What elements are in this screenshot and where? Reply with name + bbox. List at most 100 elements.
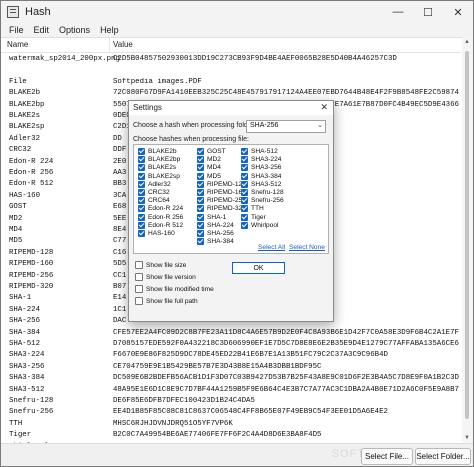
menu-options[interactable]: Options <box>59 25 90 35</box>
hash-checkbox[interactable]: SHA3-256 <box>241 164 281 172</box>
checkbox-checked-icon[interactable] <box>241 221 248 229</box>
scroll-up-icon[interactable]: ▲ <box>464 39 470 45</box>
ok-button[interactable]: OK <box>232 262 285 274</box>
menu-help[interactable]: Help <box>100 25 119 35</box>
hash-checkbox[interactable]: Snefru-128 <box>241 189 284 196</box>
hash-checkbox[interactable]: HAS-160 <box>138 230 175 237</box>
checkbox-checked-icon[interactable] <box>241 205 248 213</box>
select-all-link[interactable]: Select All <box>258 244 285 251</box>
hash-checkbox[interactable]: BLAKE2bp <box>138 156 180 164</box>
hash-checkbox[interactable]: BLAKE2b <box>138 148 177 155</box>
option-checkbox[interactable]: Show file size <box>135 261 186 269</box>
column-header-name[interactable]: Name <box>7 40 28 49</box>
hash-checkbox[interactable]: Tiger <box>241 213 266 221</box>
checkbox-checked-icon[interactable] <box>197 230 204 237</box>
table-row[interactable]: Snefru-256 EE4D1B85F85C08C81C8637C06548C4… <box>1 407 462 419</box>
hash-checkbox[interactable]: TTH <box>241 205 264 213</box>
hash-checkbox[interactable]: MD5 <box>197 172 221 180</box>
hash-checkbox[interactable]: GOST <box>197 148 226 155</box>
hash-checkbox[interactable]: Edon-R 512 <box>138 221 183 229</box>
checkbox-checked-icon[interactable] <box>138 172 145 180</box>
checkbox-checked-icon[interactable] <box>197 189 204 196</box>
checkbox-checked-icon[interactable] <box>197 205 204 213</box>
checkbox-checked-icon[interactable] <box>241 164 248 172</box>
checkbox-checked-icon[interactable] <box>138 221 145 229</box>
hash-checkbox[interactable]: SHA3-224 <box>241 156 281 164</box>
table-row[interactable]: Snefru-128 DE6F85E6DFB7DFEC100423D1B24C4D… <box>1 396 462 408</box>
table-row[interactable]: watermak_sp2014_200px.png C2D5B0485750293… <box>1 54 462 66</box>
hash-checkbox[interactable]: BLAKE2s <box>138 164 176 172</box>
menu-file[interactable]: File <box>9 25 24 35</box>
checkbox-checked-icon[interactable] <box>241 197 248 205</box>
scroll-down-icon[interactable]: ▼ <box>464 435 470 441</box>
hash-checkbox[interactable]: SHA3-384 <box>241 172 281 180</box>
checkbox-checked-icon[interactable] <box>138 213 145 221</box>
checkbox-checked-icon[interactable] <box>197 172 204 180</box>
close-button[interactable]: ✕ <box>443 1 473 23</box>
checkbox-checked-icon[interactable] <box>197 180 204 188</box>
option-checkbox[interactable]: Show file modified time <box>135 285 214 293</box>
hash-checkbox[interactable]: SHA-256 <box>197 230 234 237</box>
menu-edit[interactable]: Edit <box>34 25 50 35</box>
option-checkbox[interactable]: Show file full path <box>135 297 198 305</box>
select-none-link[interactable]: Select None <box>289 244 325 251</box>
checkbox-checked-icon[interactable] <box>197 164 204 172</box>
checkbox-checked-icon[interactable] <box>138 189 145 196</box>
checkbox-checked-icon[interactable] <box>197 197 204 205</box>
hash-checkbox[interactable]: Snefru-256 <box>241 197 284 205</box>
maximize-button[interactable]: ☐ <box>413 1 443 23</box>
table-row[interactable]: SHA3-224 F6670E9E86F825D9DC78DE45ED22B41E… <box>1 350 462 362</box>
checkbox-checked-icon[interactable] <box>138 205 145 213</box>
checkbox-checked-icon[interactable] <box>138 230 145 237</box>
hash-checkbox[interactable]: Adler32 <box>138 180 171 188</box>
table-row[interactable]: SHA-384 CFE57EE2A4FC09D2C8B7FE23A11D8C4A6… <box>1 328 462 340</box>
hash-checkbox[interactable]: MD2 <box>197 156 221 164</box>
table-row[interactable]: File Softpedia images.PDF <box>1 77 462 89</box>
checkbox-unchecked-icon[interactable] <box>135 285 143 293</box>
checkbox-checked-icon[interactable] <box>241 180 248 188</box>
table-row[interactable]: BLAKE2b 72C080F67D9FA1410EEB325C25C48E457… <box>1 88 462 100</box>
hash-checkbox[interactable]: SHA-1 <box>197 213 226 221</box>
folder-hash-select[interactable]: SHA-256 ⌄ <box>246 120 326 133</box>
hash-checkbox[interactable]: SHA3-512 <box>241 180 281 188</box>
table-row[interactable]: Tiger B2C0C7A49954BE6AE77406FE7FF6F2C4A4D… <box>1 430 462 442</box>
checkbox-checked-icon[interactable] <box>138 197 145 205</box>
table-row[interactable]: SHA3-512 48A95E1E6D1C8E9C7D7BF44A1259B5F9… <box>1 385 462 397</box>
hash-checkbox[interactable]: Whirlpool <box>241 221 278 229</box>
checkbox-checked-icon[interactable] <box>241 189 248 196</box>
checkbox-checked-icon[interactable] <box>138 148 145 155</box>
hash-checkbox[interactable]: RIPEMD-320 <box>197 205 246 213</box>
hash-checkbox[interactable]: RIPEMD-128 <box>197 180 246 188</box>
column-header-value[interactable]: Value <box>113 40 133 49</box>
checkbox-checked-icon[interactable] <box>138 164 145 172</box>
hash-checkbox[interactable]: SHA-512 <box>241 148 278 155</box>
select-file-button[interactable]: Select File... <box>361 448 413 465</box>
checkbox-checked-icon[interactable] <box>241 213 248 221</box>
option-checkbox[interactable]: Show file version <box>135 273 196 281</box>
table-row[interactable] <box>1 65 462 77</box>
hash-checkbox[interactable]: CRC32 <box>138 189 170 196</box>
checkbox-checked-icon[interactable] <box>138 180 145 188</box>
minimize-button[interactable]: — <box>383 1 413 23</box>
checkbox-checked-icon[interactable] <box>197 213 204 221</box>
table-row[interactable]: SHA3-256 CE704759E9E1B5429BE57B7E3D43B8E1… <box>1 362 462 374</box>
hash-checkbox[interactable]: CRC64 <box>138 197 170 205</box>
checkbox-checked-icon[interactable] <box>197 156 204 164</box>
hash-checkbox[interactable]: RIPEMD-160 <box>197 189 246 196</box>
column-divider[interactable] <box>109 38 110 52</box>
scrollbar-thumb[interactable] <box>465 51 469 419</box>
checkbox-unchecked-icon[interactable] <box>135 297 143 305</box>
checkbox-checked-icon[interactable] <box>197 221 204 229</box>
hash-checkbox[interactable]: BLAKE2sp <box>138 172 180 180</box>
table-row[interactable]: SHA-512 D7085157EDE592F0A432218C3D606990E… <box>1 339 462 351</box>
checkbox-checked-icon[interactable] <box>197 148 204 155</box>
hash-checkbox[interactable]: MD4 <box>197 164 221 172</box>
checkbox-unchecked-icon[interactable] <box>135 261 143 269</box>
select-folder-button[interactable]: Select Folder... <box>415 448 471 465</box>
checkbox-checked-icon[interactable] <box>241 172 248 180</box>
table-row[interactable]: SHA3-384 DC509E6B2BDEFB56ACB1D1F3D07C03B9… <box>1 373 462 385</box>
dialog-close-icon[interactable]: ✕ <box>320 102 328 113</box>
checkbox-checked-icon[interactable] <box>138 156 145 164</box>
hash-checkbox[interactable]: Edon-R 224 <box>138 205 183 213</box>
checkbox-unchecked-icon[interactable] <box>135 273 143 281</box>
